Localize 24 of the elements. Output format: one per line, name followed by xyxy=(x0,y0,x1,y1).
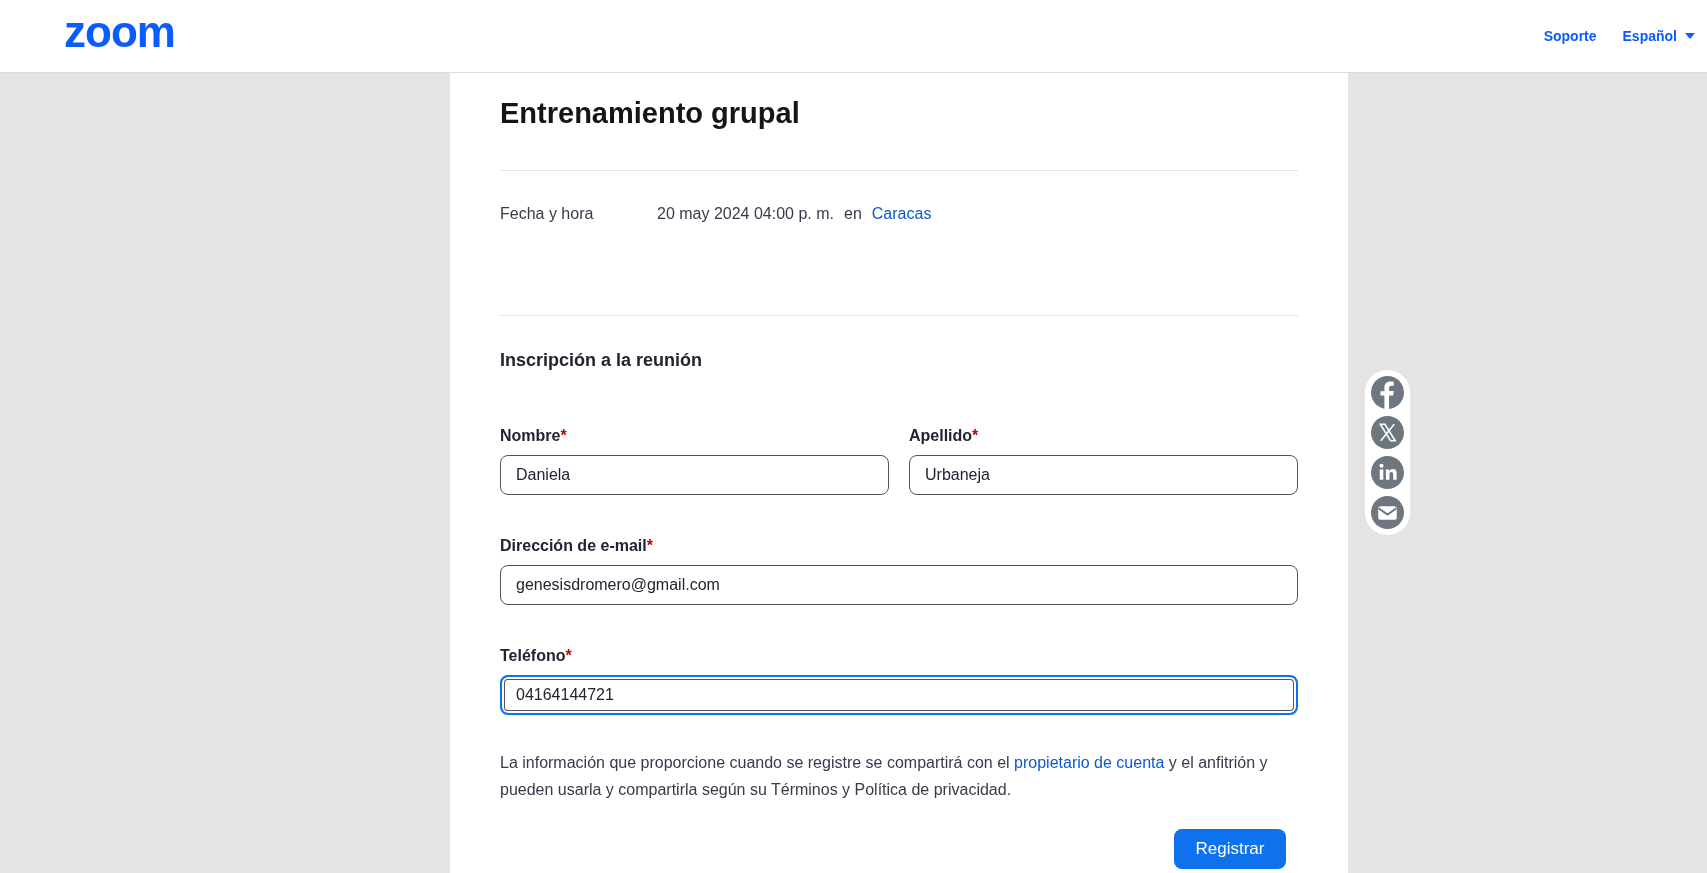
date-label: Fecha y hora xyxy=(500,205,595,223)
linkedin-icon[interactable] xyxy=(1371,456,1404,489)
date-joiner: en xyxy=(844,205,862,223)
date-value: 20 may 2024 04:00 p. m. xyxy=(657,205,834,223)
field-label: Nombre* xyxy=(500,427,568,445)
meeting-title: Entrenamiento grupal xyxy=(500,97,801,130)
facebook-icon[interactable] xyxy=(1371,376,1404,409)
email-icon[interactable] xyxy=(1371,496,1404,529)
zoom-logo[interactable]: zoom xyxy=(64,10,175,54)
field-label: Teléfono* xyxy=(500,647,573,665)
timezone-link[interactable]: Caracas xyxy=(871,205,932,223)
form-heading: Inscripción a la reunión xyxy=(500,350,704,371)
x-icon[interactable] xyxy=(1371,416,1404,449)
input-field[interactable]: Urbaneja xyxy=(909,455,1298,495)
nav-link[interactable]: Español xyxy=(1622,28,1695,44)
register-button[interactable]: Registrar xyxy=(1174,829,1286,869)
field-label: Apellido* xyxy=(909,427,980,445)
nav-link[interactable]: Soporte xyxy=(1543,28,1597,44)
account-owner-link[interactable]: propietario de cuenta xyxy=(1014,754,1165,771)
input-field[interactable]: 04164144721 xyxy=(500,675,1298,715)
input-field[interactable]: Daniela xyxy=(500,455,889,495)
privacy-notice: La información que proporcione cuando se registre se compartirá con el propietario de cuenta y el anfitrión y pueden usarla y compartirla según su Términos y Política de privacidad. xyxy=(500,753,1269,800)
input-field[interactable]: genesisdromero@gmail.com xyxy=(500,565,1298,605)
field-label: Dirección de e-mail* xyxy=(500,537,654,555)
